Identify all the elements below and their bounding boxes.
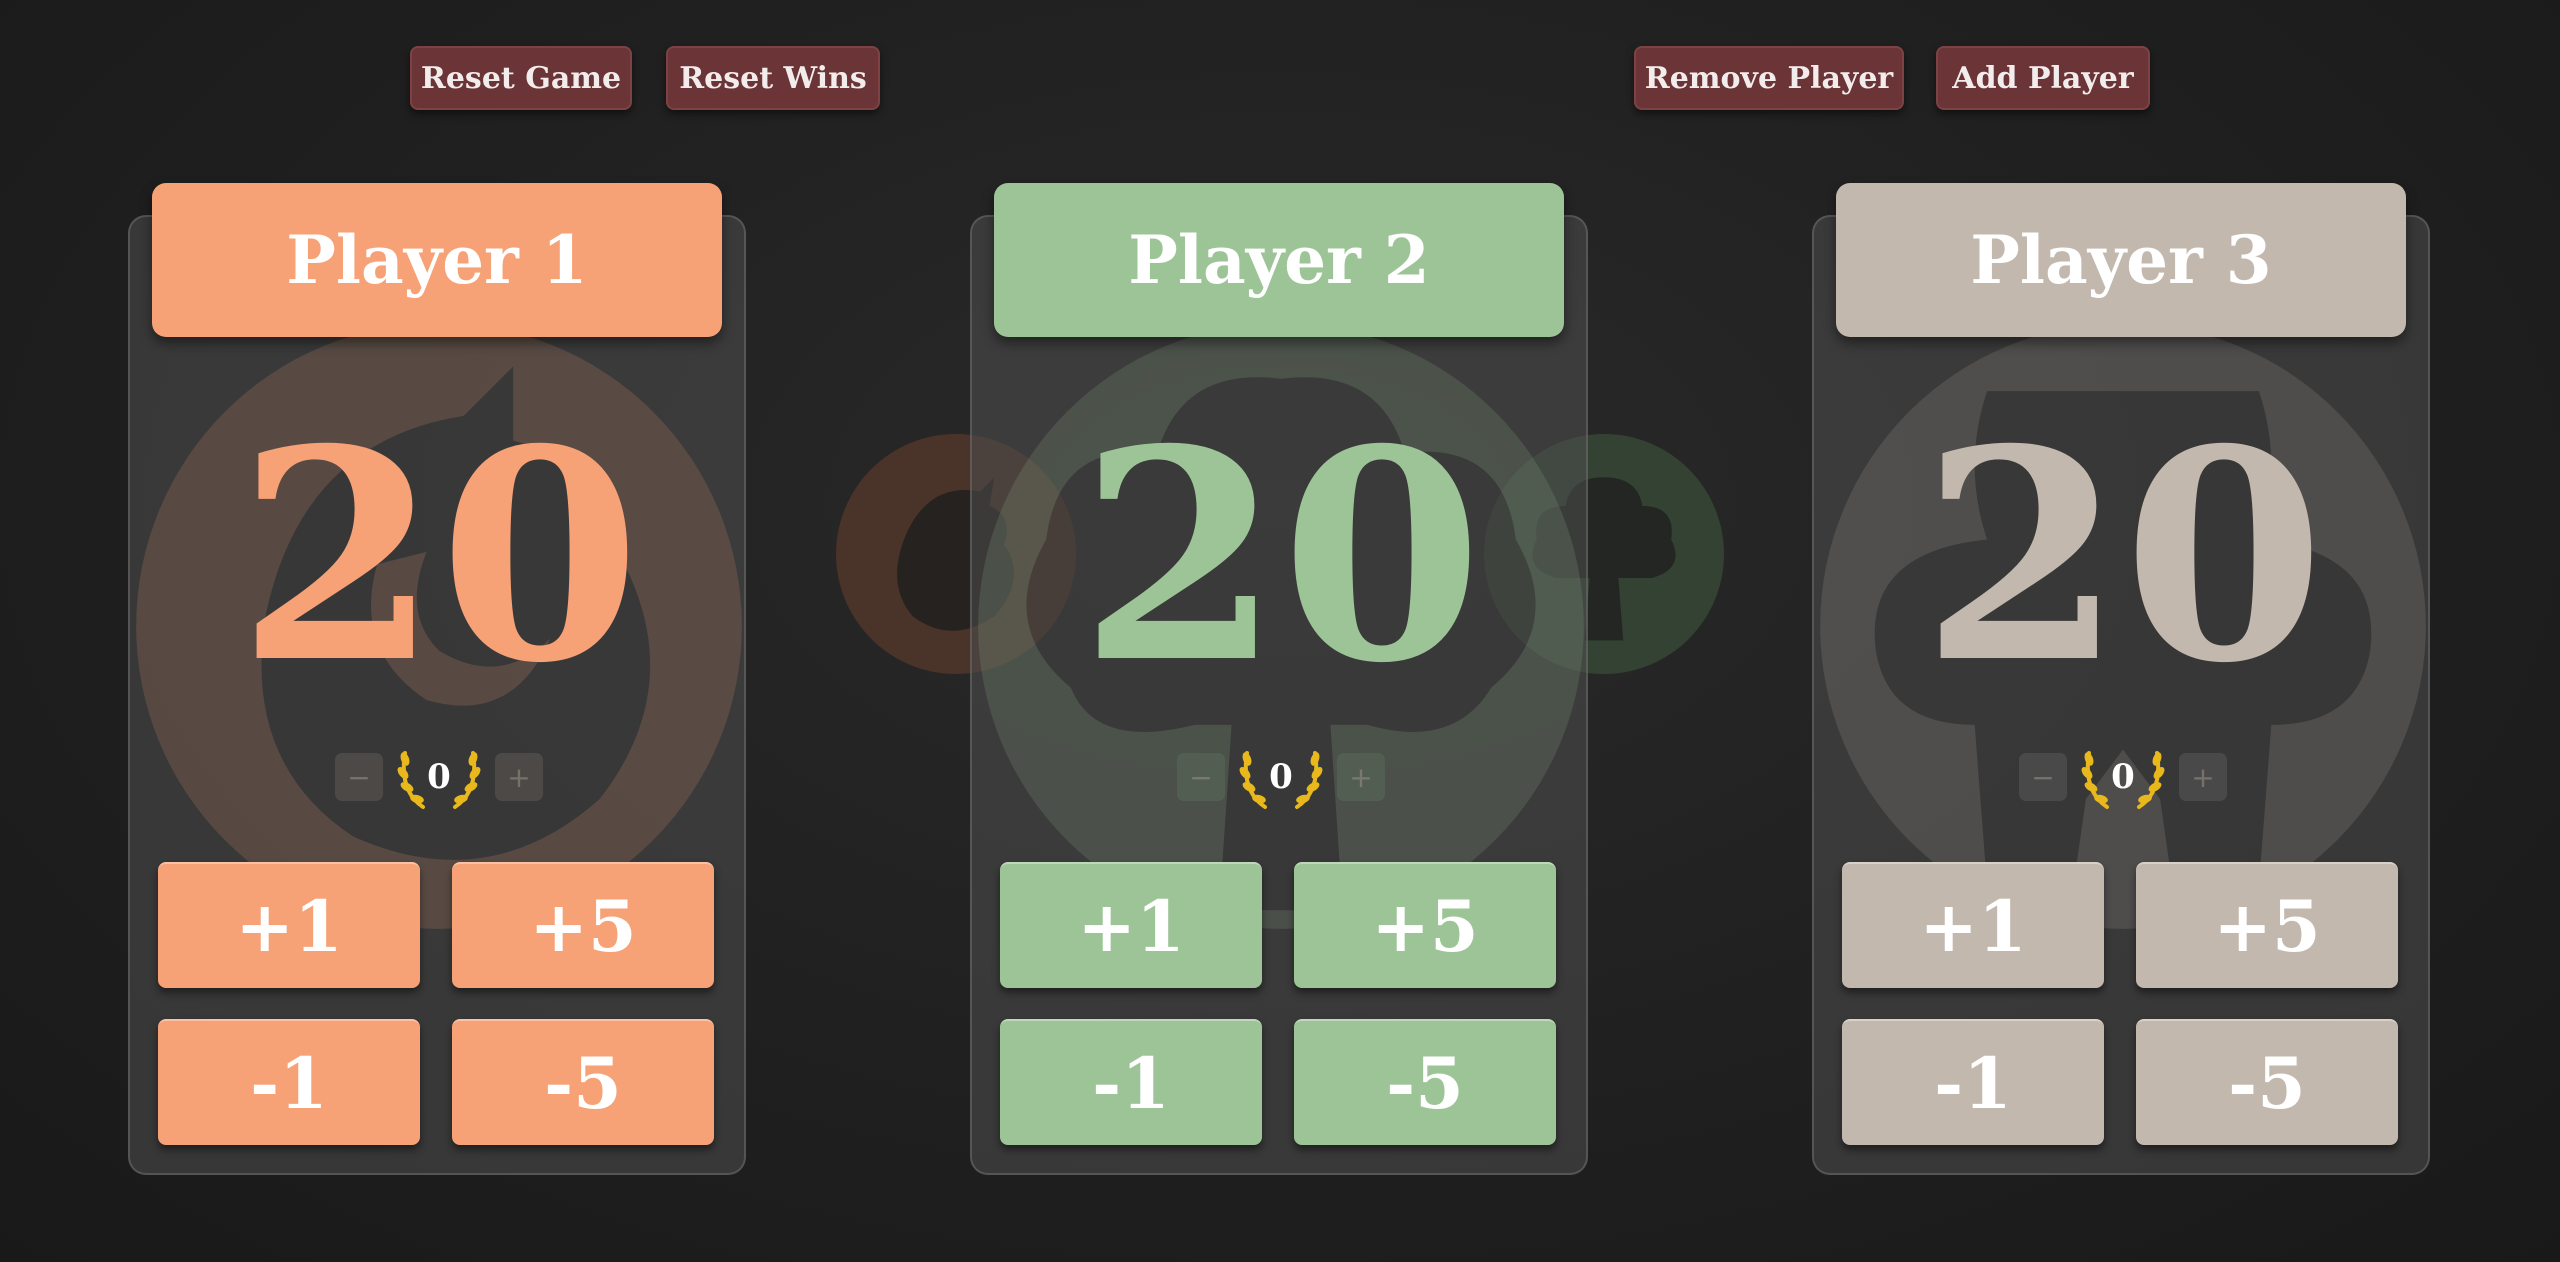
plus-1-button[interactable]: +1 — [1000, 862, 1262, 988]
minus-5-button[interactable]: -5 — [2136, 1019, 2398, 1145]
player-panel-1: Player 1 20 − 0 + +1 +5 -1 -5 — [128, 183, 748, 1175]
player-panel-3: Player 3 20 − 0 + +1 +5 -1 -5 — [1812, 183, 2432, 1175]
reset-wins-button[interactable]: Reset Wins — [666, 46, 880, 110]
wins-counter: − 0 + — [972, 737, 1590, 817]
wins-counter: − 0 + — [130, 737, 748, 817]
minus-1-button[interactable]: -1 — [1000, 1019, 1262, 1145]
wins-increment-button[interactable]: + — [495, 753, 543, 801]
wins-count: 0 — [427, 757, 451, 797]
laurel-icon: 0 — [2077, 737, 2169, 817]
add-player-button[interactable]: Add Player — [1936, 46, 2150, 110]
player-panel-2: Player 2 20 − 0 + +1 +5 -1 -5 — [970, 183, 1590, 1175]
wins-count: 0 — [1269, 757, 1293, 797]
plus-5-button[interactable]: +5 — [1294, 862, 1556, 988]
wins-increment-button[interactable]: + — [1337, 753, 1385, 801]
wins-counter: − 0 + — [1814, 737, 2432, 817]
plus-5-button[interactable]: +5 — [452, 862, 714, 988]
wins-decrement-button[interactable]: − — [1177, 753, 1225, 801]
laurel-icon: 0 — [393, 737, 485, 817]
wins-decrement-button[interactable]: − — [335, 753, 383, 801]
plus-1-button[interactable]: +1 — [1842, 862, 2104, 988]
reset-game-button[interactable]: Reset Game — [410, 46, 632, 110]
laurel-icon: 0 — [1235, 737, 1327, 817]
plus-5-button[interactable]: +5 — [2136, 862, 2398, 988]
minus-1-button[interactable]: -1 — [158, 1019, 420, 1145]
life-total: 20 — [237, 387, 641, 727]
player-name[interactable]: Player 3 — [1836, 183, 2406, 337]
remove-player-button[interactable]: Remove Player — [1634, 46, 1904, 110]
player-name[interactable]: Player 2 — [994, 183, 1564, 337]
minus-1-button[interactable]: -1 — [1842, 1019, 2104, 1145]
life-total: 20 — [1921, 387, 2325, 727]
wins-decrement-button[interactable]: − — [2019, 753, 2067, 801]
wins-count: 0 — [2111, 757, 2135, 797]
minus-5-button[interactable]: -5 — [452, 1019, 714, 1145]
wins-increment-button[interactable]: + — [2179, 753, 2227, 801]
plus-1-button[interactable]: +1 — [158, 862, 420, 988]
minus-5-button[interactable]: -5 — [1294, 1019, 1556, 1145]
player-name[interactable]: Player 1 — [152, 183, 722, 337]
life-total: 20 — [1079, 387, 1483, 727]
